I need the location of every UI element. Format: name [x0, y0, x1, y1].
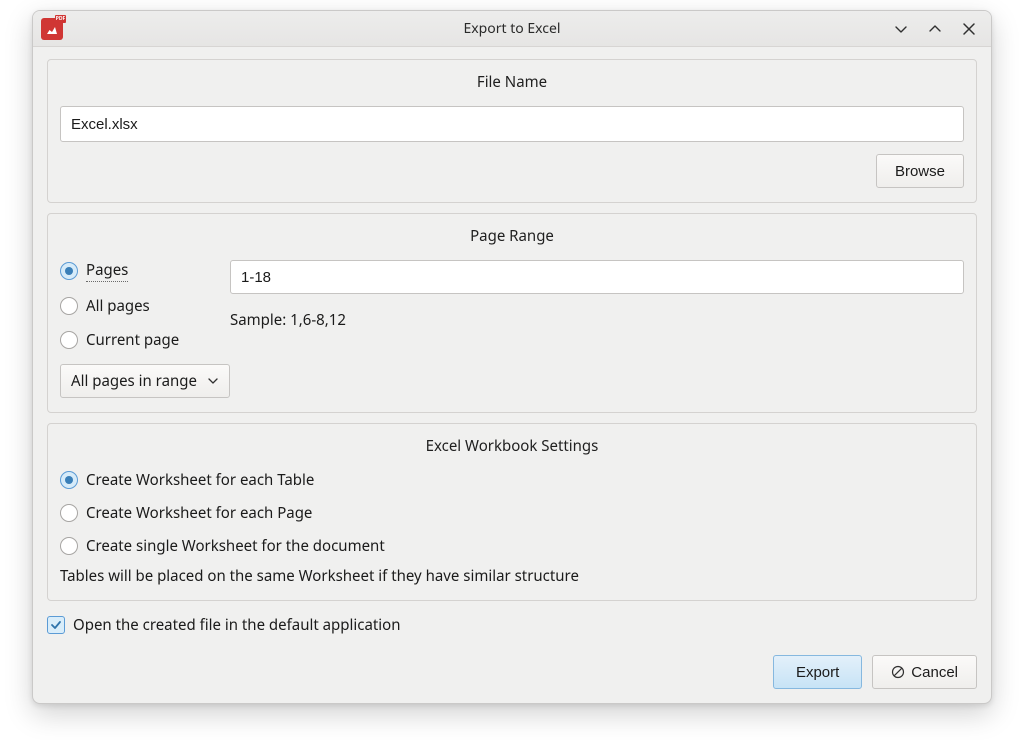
close-icon: [962, 22, 976, 36]
page-range-input[interactable]: [230, 260, 964, 294]
workbook-settings-title: Excel Workbook Settings: [60, 434, 964, 470]
cancel-button[interactable]: Cancel: [872, 655, 977, 689]
dialog-body: File Name Browse Page Range Pages All pa…: [33, 47, 991, 703]
radio-current-label: Current page: [86, 330, 179, 350]
chevron-up-icon: [927, 21, 943, 37]
minimize-button[interactable]: [891, 19, 911, 39]
page-range-title: Page Range: [60, 224, 964, 260]
pdf-badge-icon: PDF: [55, 15, 66, 23]
browse-button[interactable]: Browse: [876, 154, 964, 188]
radio-worksheet-single[interactable]: Create single Worksheet for the document: [60, 536, 964, 556]
open-after-label: Open the created file in the default app…: [73, 615, 401, 635]
titlebar: PDF Export to Excel: [33, 11, 991, 47]
radio-per-page-label: Create Worksheet for each Page: [86, 503, 312, 523]
maximize-button[interactable]: [925, 19, 945, 39]
chevron-down-icon: [207, 375, 219, 387]
radio-single-label: Create single Worksheet for the document: [86, 536, 385, 556]
workbook-settings-group: Excel Workbook Settings Create Worksheet…: [47, 423, 977, 601]
radio-icon: [60, 331, 78, 349]
radio-all-label: All pages: [86, 296, 150, 316]
window-controls: [891, 19, 991, 39]
radio-pages-label: Pages: [86, 260, 128, 282]
radio-worksheet-per-page[interactable]: Create Worksheet for each Page: [60, 503, 964, 523]
page-range-group: Page Range Pages All pages Current page: [47, 213, 977, 413]
dialog-window: PDF Export to Excel File: [32, 10, 992, 704]
radio-current-page[interactable]: Current page: [60, 330, 210, 350]
page-subset-combo[interactable]: All pages in range: [60, 364, 230, 398]
page-subset-value: All pages in range: [71, 371, 197, 391]
cancel-label: Cancel: [911, 664, 958, 681]
chevron-down-icon: [893, 21, 909, 37]
radio-icon: [60, 471, 78, 489]
file-name-group: File Name Browse: [47, 59, 977, 203]
radio-icon: [60, 504, 78, 522]
workbook-note-text: Tables will be placed on the same Worksh…: [48, 566, 964, 586]
export-button[interactable]: Export: [773, 655, 862, 689]
file-name-title: File Name: [60, 70, 964, 106]
page-range-sample-text: Sample: 1,6-8,12: [230, 310, 964, 330]
file-name-input[interactable]: [60, 106, 964, 142]
window-title: Export to Excel: [33, 11, 991, 47]
radio-pages[interactable]: Pages: [60, 260, 210, 282]
radio-worksheet-per-table[interactable]: Create Worksheet for each Table: [60, 470, 964, 490]
radio-per-table-label: Create Worksheet for each Table: [86, 470, 314, 490]
radio-all-pages[interactable]: All pages: [60, 296, 210, 316]
checkbox-icon: [47, 616, 65, 634]
close-button[interactable]: [959, 19, 979, 39]
app-icon: PDF: [41, 18, 63, 40]
spacer: [47, 635, 977, 645]
open-after-export-checkbox[interactable]: Open the created file in the default app…: [47, 615, 977, 635]
radio-icon: [60, 537, 78, 555]
dialog-footer: Export Cancel: [47, 655, 977, 689]
radio-icon: [60, 262, 78, 280]
radio-icon: [60, 297, 78, 315]
cancel-icon: [891, 665, 905, 679]
